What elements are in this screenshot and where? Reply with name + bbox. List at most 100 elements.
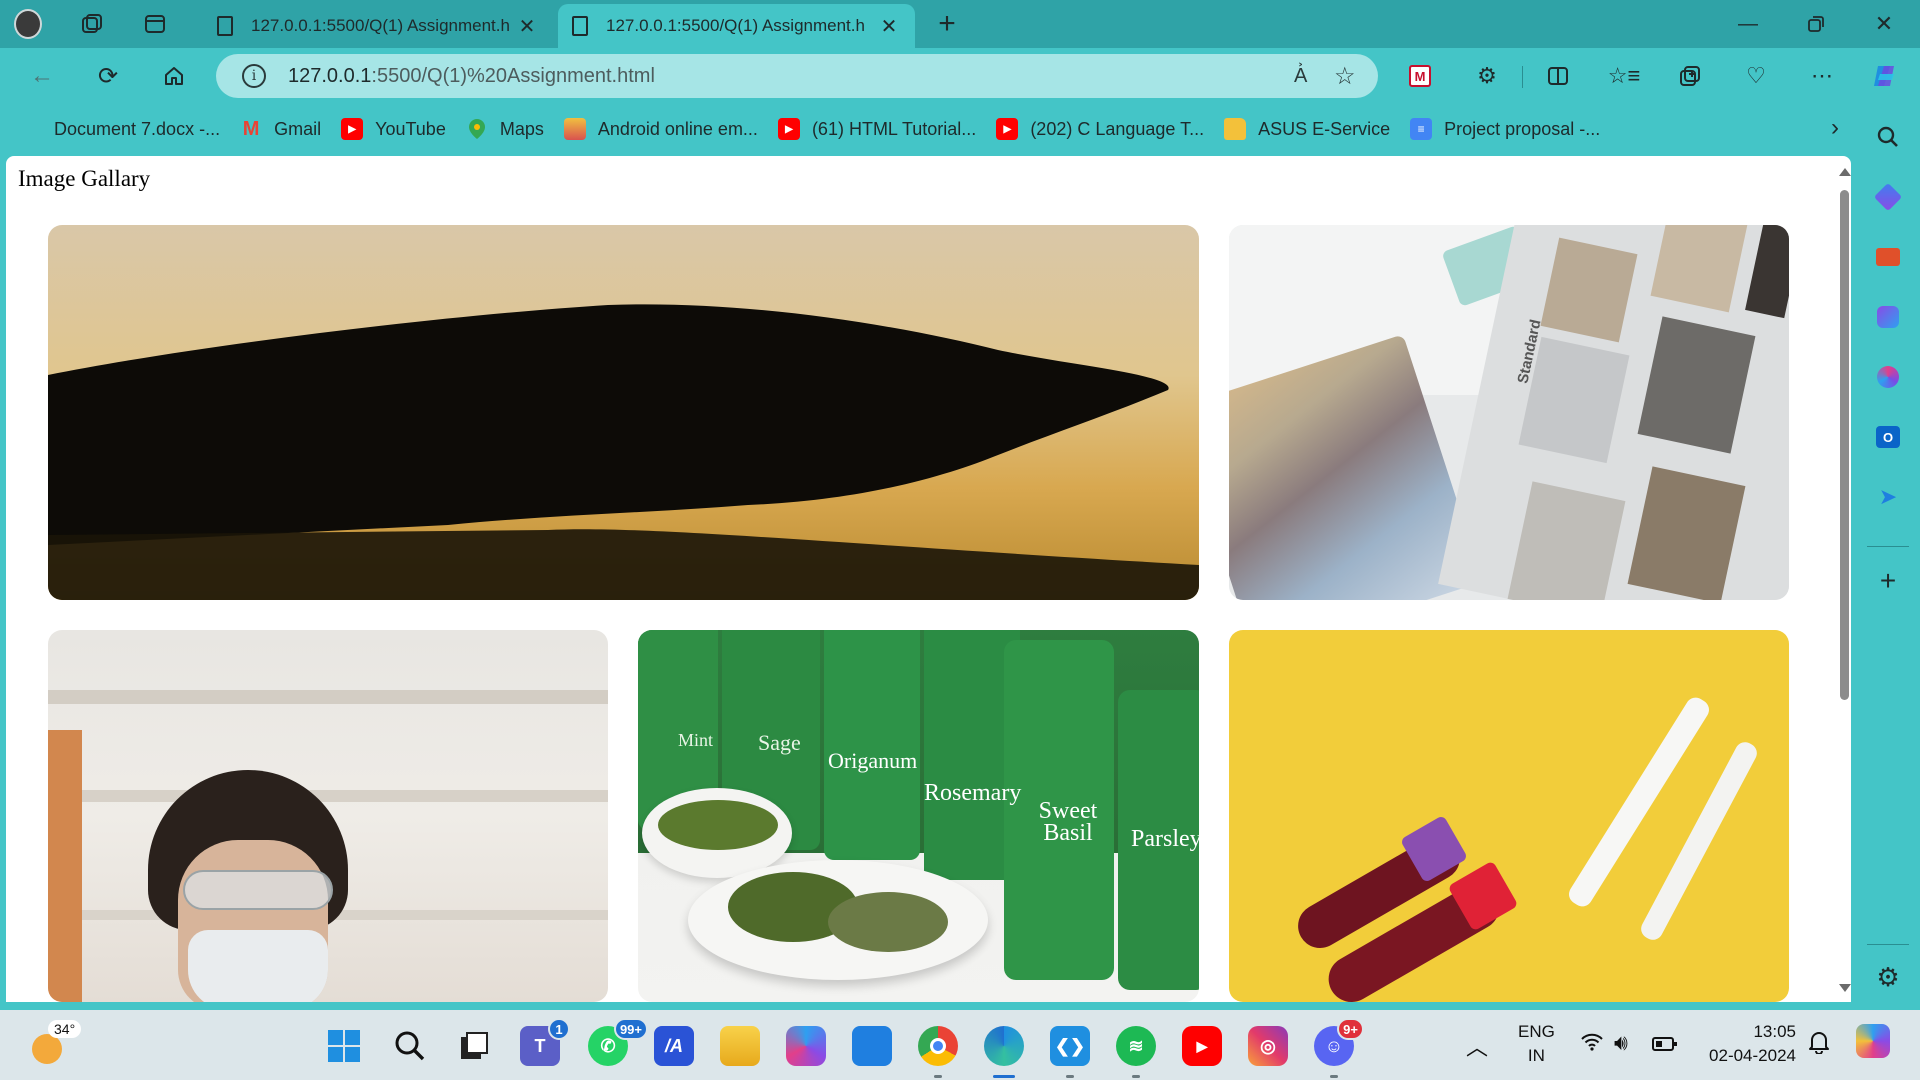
store-icon[interactable] <box>852 1026 892 1066</box>
running-indicator <box>993 1075 1015 1078</box>
bookmark-document[interactable]: Document 7.docx -... <box>20 118 220 140</box>
minimize-button[interactable]: — <box>1728 8 1768 40</box>
volume-icon[interactable]: 🔊︎ <box>1614 1030 1628 1056</box>
url-path: :5500/Q(1)%20Assignment.html <box>371 64 655 87</box>
close-tab-icon[interactable]: ✕ <box>877 14 901 39</box>
gallery-image-test-tubes[interactable] <box>1229 630 1789 1002</box>
tab-inactive[interactable]: 127.0.0.1:5500/Q(1) Assignment.h ✕ <box>203 4 553 48</box>
bookmark-project-proposal[interactable]: ≡ Project proposal -... <box>1410 118 1600 140</box>
settings-gear-icon[interactable]: ⚙ <box>1873 962 1903 992</box>
search-icon[interactable] <box>1873 122 1903 152</box>
more-menu-icon[interactable]: ⋯ <box>1804 58 1840 94</box>
notification-bell-icon[interactable] <box>1808 1030 1830 1059</box>
home-button[interactable] <box>156 58 192 94</box>
battery-icon[interactable] <box>1652 1036 1678 1057</box>
close-tab-icon[interactable]: ✕ <box>515 14 539 39</box>
lab-shelf <box>48 790 608 802</box>
bookmark-label: YouTube <box>375 118 446 139</box>
back-button[interactable]: ← <box>24 58 60 94</box>
bookmark-label: (61) HTML Tutorial... <box>811 118 977 139</box>
collections-icon[interactable] <box>1672 58 1708 94</box>
games-icon[interactable] <box>1873 302 1903 332</box>
read-aloud-icon[interactable]: A͐ <box>1294 65 1334 88</box>
new-tab-button[interactable]: + <box>927 7 967 40</box>
spice-label-mint: Mint <box>678 730 714 750</box>
bookmark-youtube[interactable]: ▶ YouTube <box>341 118 446 140</box>
edge-sidebar: O ➤ + ⚙ <box>1855 104 1920 1010</box>
extension-shield-icon[interactable]: M <box>1402 58 1438 94</box>
weather-widget[interactable]: 34° <box>28 1020 88 1070</box>
gallery-image-spices[interactable]: Mint Sage Origanum Rosemary Sweet Basil … <box>638 630 1199 1002</box>
chrome-icon[interactable] <box>918 1026 958 1078</box>
add-icon[interactable]: + <box>1873 565 1903 596</box>
tools-briefcase-icon[interactable] <box>1873 242 1903 272</box>
scrollbar-thumb[interactable] <box>1840 190 1849 700</box>
workspaces-icon[interactable] <box>78 10 106 38</box>
start-windows-icon[interactable] <box>324 1026 364 1066</box>
gallery-image-swatches[interactable]: Standard <box>1229 225 1789 600</box>
bookmark-maps[interactable]: Maps <box>466 118 544 140</box>
wifi-icon[interactable] <box>1580 1032 1604 1058</box>
vscode-icon[interactable]: ❮❯ <box>1050 1026 1090 1078</box>
edge-icon[interactable] <box>984 1026 1024 1078</box>
bookmark-html-tutorial[interactable]: ▶ (61) HTML Tutorial... <box>777 118 977 140</box>
chevron-right-icon[interactable]: › <box>1831 114 1839 142</box>
instagram-icon[interactable]: ◎ <box>1248 1026 1288 1066</box>
spotify-icon[interactable]: ≋ <box>1116 1026 1156 1078</box>
file-explorer-icon[interactable] <box>720 1026 760 1066</box>
shopping-tag-icon[interactable] <box>1873 182 1903 212</box>
discord-icon[interactable]: ☺ 9+ <box>1314 1018 1364 1078</box>
teams-icon[interactable]: T 1 <box>520 1018 570 1066</box>
gallery-image-silhouette[interactable] <box>48 225 1199 600</box>
copilot-icon[interactable] <box>1868 58 1904 94</box>
clock[interactable]: 13:05 02-04-2024 <box>1700 1020 1796 1068</box>
site-info-icon[interactable]: i <box>242 64 266 88</box>
task-view-icon[interactable] <box>454 1026 494 1066</box>
page-title: Image Gallary <box>18 166 151 191</box>
spice-label-parsley: Parsley <box>1131 826 1199 852</box>
microsoft-365-icon[interactable] <box>1873 362 1903 392</box>
page-scrollbar[interactable] <box>1838 156 1851 1002</box>
scroll-down-arrow[interactable] <box>1839 984 1851 992</box>
spice-jar <box>824 630 920 860</box>
code-editor-icon[interactable]: /A <box>654 1026 694 1066</box>
scroll-up-arrow[interactable] <box>1839 168 1851 176</box>
language-indicator[interactable]: ENG IN <box>1518 1020 1555 1068</box>
bookmark-label: ASUS E-Service <box>1258 118 1391 139</box>
running-indicator <box>1066 1075 1074 1078</box>
favorites-icon[interactable]: ☆≡ <box>1606 58 1642 94</box>
copilot-preview-icon[interactable] <box>1856 1024 1890 1058</box>
search-icon[interactable] <box>390 1026 430 1066</box>
favorite-star-icon[interactable]: ☆ <box>1334 62 1378 91</box>
bookmark-asus-eservice[interactable]: ASUS E-Service <box>1224 118 1390 140</box>
split-screen-icon[interactable] <box>1540 58 1576 94</box>
region-code: IN <box>1527 1046 1545 1065</box>
chevron-up-icon[interactable]: ︿ <box>1466 1030 1488 1062</box>
bookmark-android-emulator[interactable]: Android online em... <box>563 118 758 140</box>
tab-active[interactable]: 127.0.0.1:5500/Q(1) Assignment.h ✕ <box>558 4 915 48</box>
youtube-icon: ▶ <box>341 118 364 140</box>
browser-toolbar: ← ⟳ i 127.0.0.1:5500/Q(1)%20Assignment.h… <box>0 48 1920 104</box>
bookmark-gmail[interactable]: M Gmail <box>240 118 321 140</box>
whatsapp-icon[interactable]: ✆ 99+ <box>588 1018 648 1066</box>
folder-icon <box>1224 118 1247 140</box>
browser-essentials-icon[interactable]: ♡ <box>1738 58 1774 94</box>
extensions-icon[interactable]: ⚙ <box>1469 58 1505 94</box>
restore-button[interactable] <box>1796 8 1836 40</box>
youtube-app-icon[interactable]: ▶ <box>1182 1026 1222 1066</box>
windows-taskbar: 34° T 1 ✆ 99+ /A ❮❯ ≋ ▶ ◎ ☺ 9+ ︿ ENG IN <box>0 1010 1920 1080</box>
profile-avatar-icon[interactable] <box>14 9 42 39</box>
close-window-button[interactable]: ✕ <box>1864 8 1904 40</box>
copilot-app-icon[interactable] <box>786 1026 826 1066</box>
gallery-image-lab-worker[interactable] <box>48 630 608 1002</box>
dried-herbs <box>828 892 948 952</box>
refresh-button[interactable]: ⟳ <box>90 58 126 94</box>
url-text[interactable]: 127.0.0.1:5500/Q(1)%20Assignment.html <box>288 65 1294 88</box>
file-icon <box>572 16 588 36</box>
outlook-icon[interactable]: O <box>1873 422 1903 452</box>
bookmark-c-language[interactable]: ▶ (202) C Language T... <box>996 118 1204 140</box>
drop-send-icon[interactable]: ➤ <box>1873 482 1903 512</box>
address-bar[interactable]: i 127.0.0.1:5500/Q(1)%20Assignment.html … <box>216 54 1378 98</box>
url-host: 127.0.0.1 <box>288 64 372 87</box>
vertical-tabs-icon[interactable] <box>141 10 169 38</box>
